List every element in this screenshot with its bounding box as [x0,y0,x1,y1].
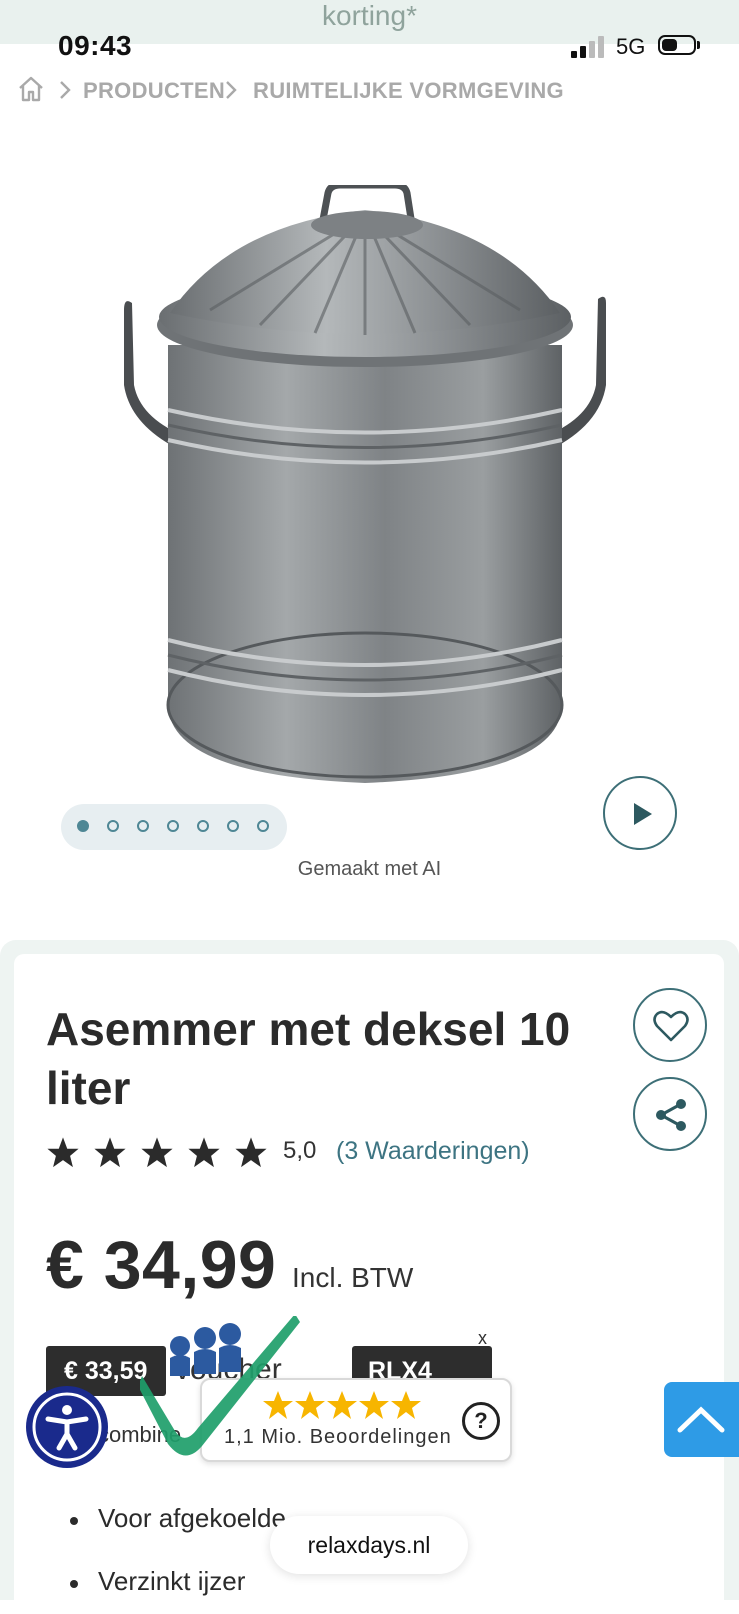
product-price: € 34,99 [46,1227,277,1303]
star-icon [141,1137,173,1168]
chevron-right-icon [56,78,74,102]
star-icon [235,1137,267,1168]
star-icon [188,1137,220,1168]
network-label: 5G [616,34,646,59]
price-note: Incl. BTW [292,1262,414,1293]
star-icon [94,1137,126,1168]
chevron-right-icon [222,78,240,102]
share-icon [656,1099,686,1131]
carousel-dot[interactable] [227,820,239,832]
star-icon [47,1137,79,1168]
accessibility-button[interactable] [26,1386,108,1468]
help-icon[interactable]: ? [462,1402,500,1440]
scroll-to-top-button[interactable] [664,1382,739,1457]
carousel-dot[interactable] [137,820,149,832]
url-bar[interactable]: relaxdays.nl [270,1516,468,1574]
carousel-dot[interactable] [77,820,89,832]
accessibility-icon [32,1392,102,1462]
wishlist-button[interactable] [633,988,707,1062]
breadcrumb-category[interactable]: RUIMTELIJKE VORMGEVING [253,78,564,104]
battery-tip [697,41,700,49]
battery-icon [658,35,696,55]
rating-value: 5,0 [283,1137,317,1164]
status-time: 09:43 [58,30,133,61]
bullet-dot [70,1580,78,1588]
carousel-dot[interactable] [107,820,119,832]
promo-text: korting* [322,0,417,31]
share-button[interactable] [633,1077,707,1151]
product-image[interactable] [110,181,620,805]
close-icon[interactable]: x [478,1328,487,1349]
breadcrumb-products[interactable]: PRODUCTEN [83,78,225,104]
ai-caption: Gemaakt met AI [297,858,442,880]
carousel-dot[interactable] [197,820,209,832]
feature-item: Verzinkt ijzer [98,1566,246,1596]
signal-icon [571,36,607,58]
play-video-button[interactable] [603,776,677,850]
heart-icon [653,1010,689,1042]
chevron-up-icon [677,1406,725,1433]
product-title: Asemmer met deksel 10 liter [46,1003,571,1114]
home-icon[interactable] [16,74,46,104]
play-icon [634,803,652,825]
carousel-dot[interactable] [167,820,179,832]
feature-item: Voor afgekoelde [98,1503,286,1533]
bullet-dot [70,1517,78,1525]
review-stars [263,1391,421,1419]
carousel-dot[interactable] [257,820,269,832]
rating-count-link[interactable]: (3 Waarderingen) [336,1137,530,1166]
review-count-text: 1,1 Mio. Beoordelingen [224,1426,452,1448]
carousel-dots[interactable] [61,804,287,850]
